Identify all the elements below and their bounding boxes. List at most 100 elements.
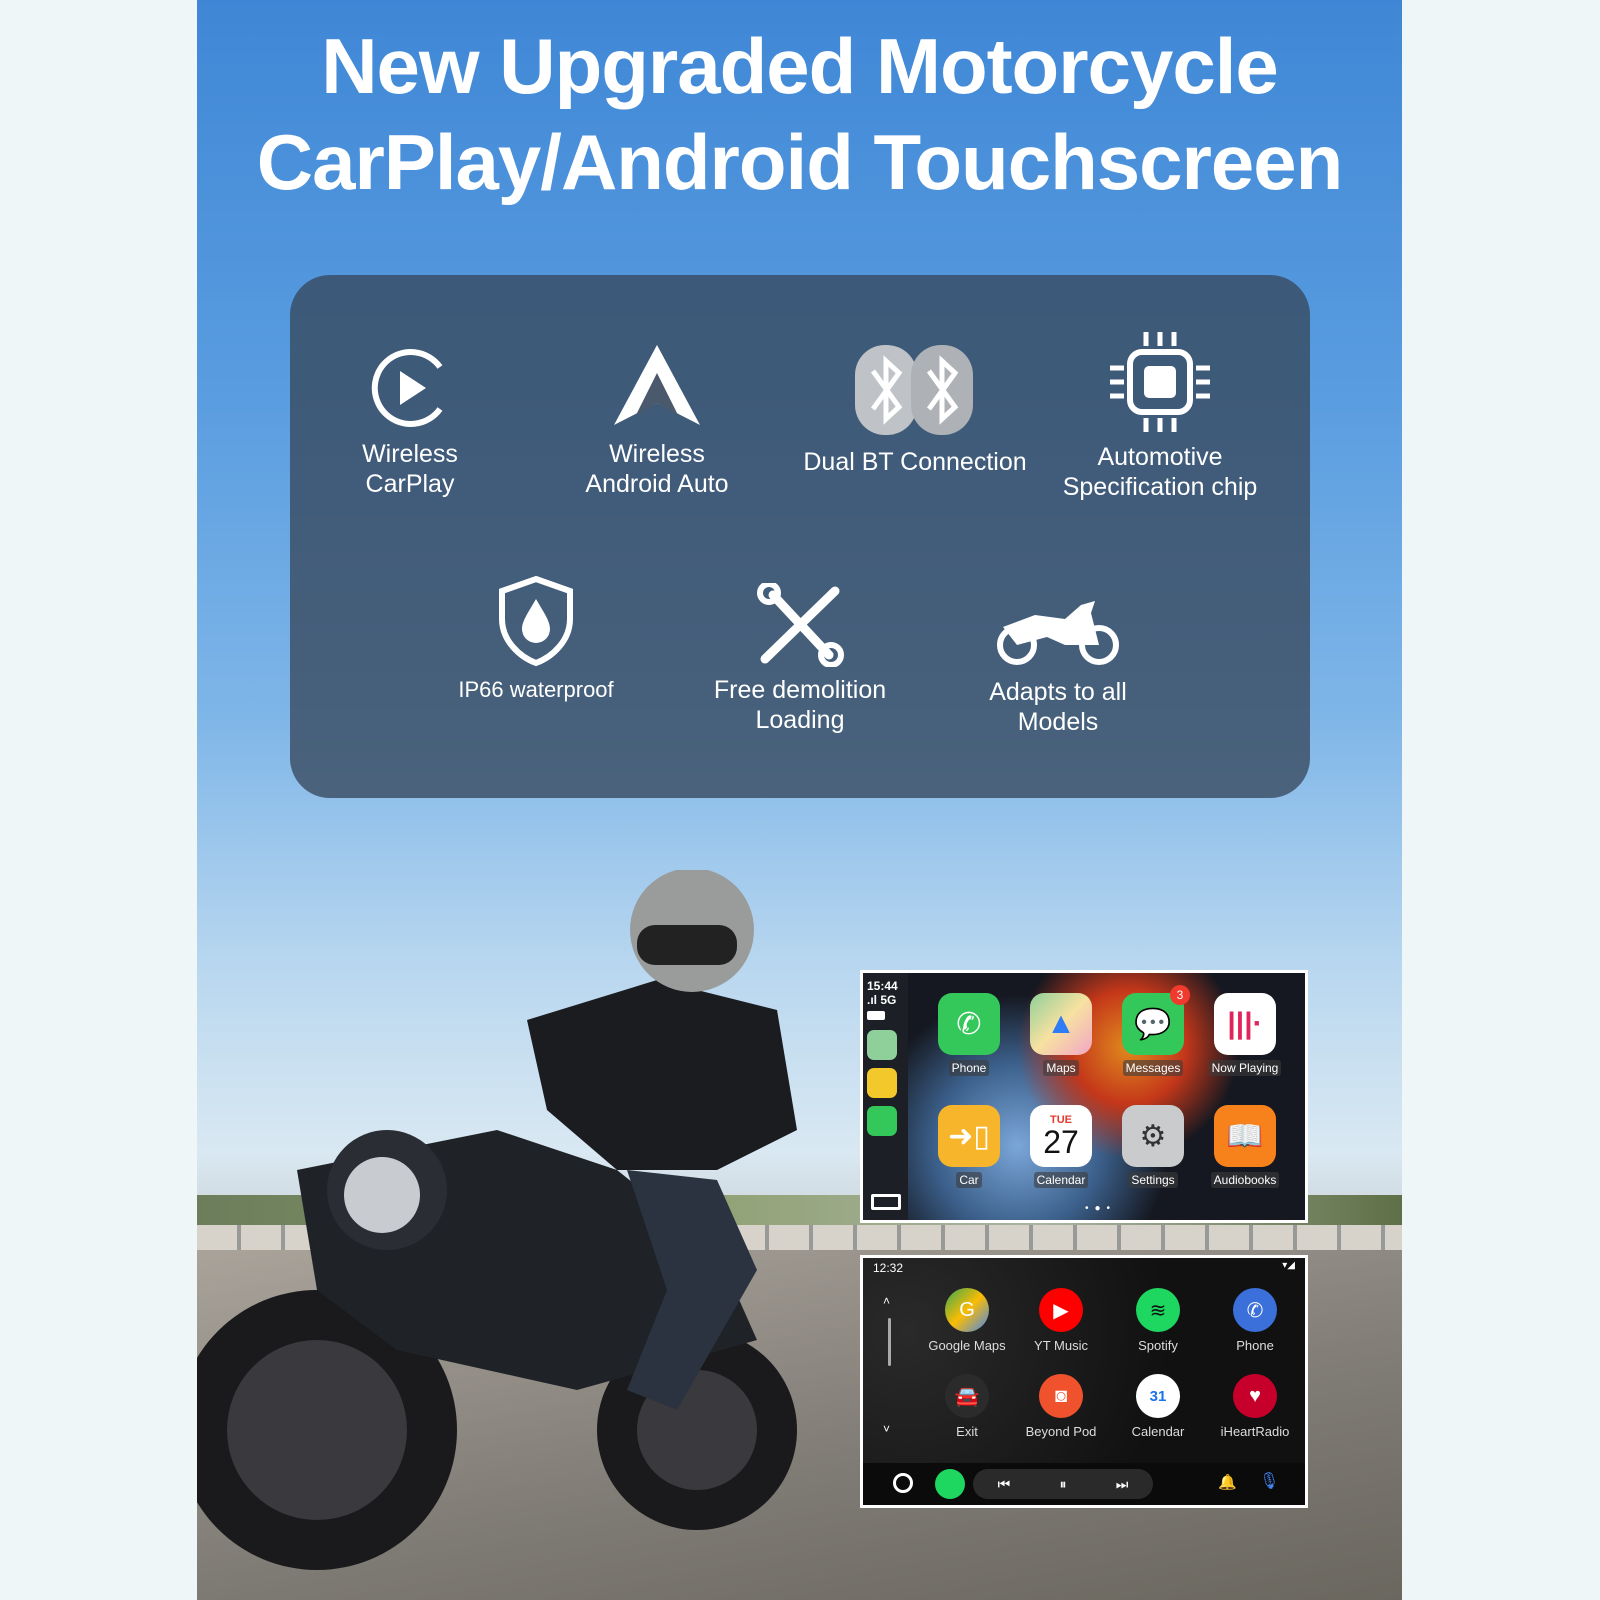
app-label: Calendar bbox=[1131, 1424, 1185, 1439]
now-playing-icon: |||· bbox=[1214, 993, 1276, 1055]
sidebar-maps-icon[interactable] bbox=[867, 1030, 897, 1060]
android-auto-screen: 12:32 ▾◢ ˄ ˅ G Google Maps ▶ YT Music ≋ Spo… bbox=[860, 1255, 1308, 1508]
app-maps[interactable]: ▲ Maps bbox=[1021, 993, 1101, 1077]
app-label: Exit bbox=[956, 1424, 978, 1439]
rider-on-motorcycle-photo bbox=[197, 870, 797, 1570]
app-label: Car bbox=[956, 1172, 982, 1188]
feature-label: Android Auto bbox=[585, 470, 729, 498]
car-exit-icon: ➜▯ bbox=[938, 1105, 1000, 1167]
app-car[interactable]: ➜▯ Car bbox=[929, 1105, 1009, 1189]
phone-icon: ✆ bbox=[1233, 1288, 1277, 1332]
phone-icon: ✆ bbox=[938, 993, 1000, 1055]
scroll-up-icon[interactable]: ˄ bbox=[883, 1294, 890, 1308]
app-label: Spotify bbox=[1138, 1338, 1178, 1353]
car-icon: 🚘 bbox=[945, 1374, 989, 1418]
android-auto-nav-bar: ⏮ ⏸ ⏭ 🔔 🎙 bbox=[863, 1463, 1305, 1505]
app-google-maps[interactable]: G Google Maps bbox=[925, 1288, 1009, 1355]
media-controls: ⏮ ⏸ ⏭ bbox=[973, 1469, 1153, 1499]
notification-bell-icon[interactable]: 🔔 bbox=[1218, 1473, 1237, 1491]
status-icons: ▾◢ bbox=[1282, 1260, 1295, 1271]
sidebar-phone-icon[interactable] bbox=[867, 1106, 897, 1136]
microphone-icon[interactable]: 🎙 bbox=[1259, 1471, 1279, 1491]
app-label: Audiobooks bbox=[1210, 1172, 1280, 1188]
scroll-down-icon[interactable]: ˅ bbox=[883, 1422, 890, 1436]
carplay-sidebar: 15:44 .ıl 5G bbox=[863, 973, 908, 1220]
page-dots[interactable]: •●• bbox=[1085, 1203, 1116, 1214]
sidebar-music-icon[interactable] bbox=[867, 1068, 897, 1098]
app-label: YT Music bbox=[1034, 1338, 1088, 1353]
app-yt-music[interactable]: ▶ YT Music bbox=[1021, 1288, 1101, 1355]
feature-label: Models bbox=[1017, 708, 1099, 736]
badge: 3 bbox=[1170, 985, 1190, 1005]
feature-label: Adapts to all bbox=[989, 678, 1127, 706]
battery-icon bbox=[867, 1011, 885, 1020]
feature-label: Dual BT Connection bbox=[803, 448, 1027, 476]
features-panel: Wireless CarPlay Wireless Android Auto Dua… bbox=[290, 275, 1310, 798]
bluetooth-icon bbox=[855, 345, 973, 435]
waterproof-shield-icon bbox=[499, 575, 573, 667]
app-iheartradio[interactable]: ♥ iHeartRadio bbox=[1215, 1374, 1295, 1441]
app-messages[interactable]: 💬 3 Messages bbox=[1113, 985, 1193, 1077]
app-settings[interactable]: ⚙ Settings bbox=[1113, 1105, 1193, 1189]
spotify-mini-icon[interactable] bbox=[935, 1469, 965, 1499]
next-track-icon[interactable]: ⏭ bbox=[1116, 1476, 1129, 1493]
feature-android-auto: Wireless Android Auto bbox=[537, 345, 777, 499]
feature-dual-bt: Dual BT Connection bbox=[795, 343, 1035, 477]
app-phone[interactable]: ✆ Phone bbox=[929, 993, 1009, 1077]
tools-icon bbox=[757, 583, 844, 667]
calendar-icon: TUE 27 bbox=[1030, 1105, 1092, 1167]
feature-chip: Automotive Specification chip bbox=[1040, 330, 1280, 502]
app-label: Google Maps bbox=[928, 1338, 1006, 1353]
pause-icon[interactable]: ⏸ bbox=[1059, 1476, 1066, 1493]
feature-label: Automotive bbox=[1097, 443, 1223, 471]
app-label: iHeartRadio bbox=[1220, 1424, 1290, 1439]
feature-label: Wireless bbox=[362, 440, 458, 468]
app-spotify[interactable]: ≋ Spotify bbox=[1118, 1288, 1198, 1355]
beyond-pod-icon: ◙ bbox=[1039, 1374, 1083, 1418]
android-auto-icon bbox=[614, 345, 700, 425]
yt-music-icon: ▶ bbox=[1039, 1288, 1083, 1332]
feature-label: Free demolition bbox=[713, 676, 887, 704]
carplay-icon bbox=[371, 349, 443, 427]
app-label: Maps bbox=[1043, 1060, 1079, 1076]
app-exit[interactable]: 🚘 Exit bbox=[925, 1374, 1009, 1441]
feature-label: Specification chip bbox=[1062, 473, 1258, 501]
feature-waterproof: IP66 waterproof bbox=[416, 575, 656, 705]
google-maps-icon: G bbox=[945, 1288, 989, 1332]
carplay-time: 15:44 bbox=[867, 979, 898, 993]
headline-line2: CarPlay/Android Touchscreen bbox=[256, 118, 1344, 206]
app-label: Calendar bbox=[1033, 1172, 1089, 1188]
signal-indicator: .ıl 5G bbox=[867, 993, 897, 1007]
app-beyond-pod[interactable]: ◙ Beyond Pod bbox=[1021, 1374, 1101, 1441]
maps-icon: ▲ bbox=[1030, 993, 1092, 1055]
app-audiobooks[interactable]: 📖 Audiobooks bbox=[1205, 1105, 1285, 1189]
app-label: Phone bbox=[1236, 1338, 1274, 1353]
chip-icon bbox=[1110, 332, 1210, 432]
product-poster: New Upgraded Motorcycle CarPlay/Android … bbox=[197, 0, 1402, 1600]
headline: New Upgraded Motorcycle CarPlay/Android … bbox=[197, 18, 1402, 210]
headline-line1: New Upgraded Motorcycle bbox=[321, 22, 1279, 110]
previous-track-icon[interactable]: ⏮ bbox=[998, 1476, 1011, 1493]
app-label: Messages bbox=[1122, 1060, 1184, 1076]
feature-all-models: Adapts to all Models bbox=[938, 597, 1178, 737]
settings-gear-icon: ⚙ bbox=[1122, 1105, 1184, 1167]
feature-carplay: Wireless CarPlay bbox=[290, 345, 530, 499]
feature-tools: Free demolition Loading bbox=[680, 583, 920, 735]
spotify-icon: ≋ bbox=[1136, 1288, 1180, 1332]
app-calendar-aa[interactable]: 31 Calendar bbox=[1118, 1374, 1198, 1441]
home-button[interactable] bbox=[893, 1473, 913, 1493]
iheartradio-icon: ♥ bbox=[1233, 1374, 1277, 1418]
motorcycle-icon bbox=[997, 601, 1119, 665]
dashboard-icon[interactable] bbox=[871, 1194, 901, 1210]
feature-label: Wireless bbox=[609, 440, 705, 468]
app-calendar[interactable]: TUE 27 Calendar bbox=[1021, 1105, 1101, 1189]
feature-label: Loading bbox=[755, 706, 845, 734]
app-label: Beyond Pod bbox=[1025, 1424, 1097, 1439]
app-label: Settings bbox=[1128, 1172, 1178, 1188]
feature-label: CarPlay bbox=[365, 470, 455, 498]
messages-icon: 💬 3 bbox=[1122, 985, 1190, 1055]
app-now-playing[interactable]: |||· Now Playing bbox=[1205, 993, 1285, 1077]
calendar-icon: 31 bbox=[1136, 1374, 1180, 1418]
scrollbar[interactable] bbox=[888, 1318, 891, 1366]
app-phone-aa[interactable]: ✆ Phone bbox=[1215, 1288, 1295, 1355]
